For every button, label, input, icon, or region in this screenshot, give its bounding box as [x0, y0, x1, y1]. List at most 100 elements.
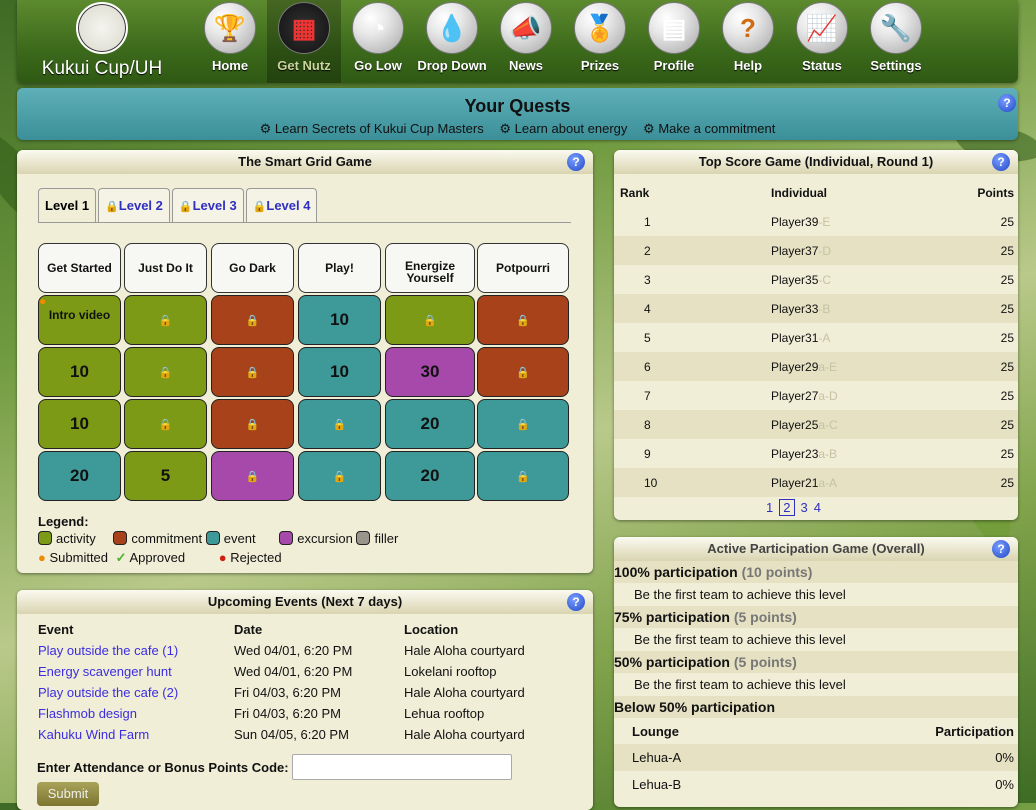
nav-item-profile[interactable]: ▤ Profile: [637, 0, 711, 83]
grid-cell-commitment[interactable]: 🔒: [211, 399, 294, 449]
tab-level-4[interactable]: 🔒Level 4: [245, 188, 318, 222]
table-row: Lehua-B 0%: [614, 771, 1018, 798]
nav-label: Profile: [653, 58, 695, 73]
page-link[interactable]: 1: [766, 500, 773, 515]
rank-cell: 8: [644, 417, 651, 432]
brand[interactable]: Kukui Cup/UH: [37, 0, 167, 83]
bonus-code-input[interactable]: [292, 754, 512, 780]
nav-label: Home: [211, 58, 249, 73]
help-icon[interactable]: ?: [567, 153, 585, 171]
nav-label: News: [509, 58, 543, 73]
grid-cell-event[interactable]: 🔒: [298, 399, 381, 449]
megaphone-icon: 📣: [500, 2, 552, 54]
level-tabs: Level 1 🔒Level 2 🔒Level 3 🔒Level 4: [38, 188, 319, 223]
grid-cell-commitment[interactable]: 🔒: [477, 347, 569, 397]
points-cell: 25: [1000, 272, 1014, 287]
nav-item-settings[interactable]: 🔧 Settings: [859, 0, 933, 83]
grid-cell-activity[interactable]: 🔒: [385, 295, 475, 345]
nav-item-get-nutz[interactable]: ▦ Get Nutz: [267, 0, 341, 83]
grid-cell-commitment[interactable]: 🔒: [211, 295, 294, 345]
legend-activity: activity: [38, 531, 96, 546]
tab-level-1[interactable]: Level 1: [38, 188, 97, 223]
lock-icon: 🔒: [516, 470, 530, 483]
lock-icon: 🔒: [252, 201, 267, 213]
code-label: Enter Attendance or Bonus Points Code:: [37, 760, 289, 775]
help-icon[interactable]: ?: [992, 540, 1010, 558]
nav-item-status[interactable]: 📈 Status: [785, 0, 859, 83]
grid-cell-event[interactable]: 🔒: [477, 399, 569, 449]
grid-cell-activity[interactable]: 🔒: [124, 295, 207, 345]
nav-label: Settings: [870, 58, 922, 73]
player-cell: Player31-A: [771, 330, 831, 345]
chart-icon: 📈: [796, 2, 848, 54]
panel-header: Upcoming Events (Next 7 days)?: [17, 590, 593, 614]
event-link[interactable]: Play outside the cafe (2): [38, 685, 178, 700]
event-link[interactable]: Energy scavenger hunt: [38, 664, 172, 679]
grid-cell-commitment[interactable]: 🔒: [477, 295, 569, 345]
player-cell: Player37-D: [771, 243, 832, 258]
nav-item-go-low[interactable]: ◔ Go Low: [341, 0, 415, 83]
panel-header: Active Participation Game (Overall)?: [614, 537, 1018, 561]
page-link[interactable]: 3: [801, 500, 808, 515]
table-row: 7 Player27a-D 25: [614, 381, 1018, 410]
nav-label: Get Nutz: [277, 58, 331, 73]
grid-cell-event[interactable]: 🔒: [298, 451, 381, 501]
legend-filler: filler: [356, 531, 398, 546]
table-row: 5 Player31-A 25: [614, 323, 1018, 352]
events-panel: Upcoming Events (Next 7 days)? Event Dat…: [17, 590, 593, 810]
col-rank: Rank: [620, 185, 650, 200]
legend-excursion: excursion: [279, 531, 353, 546]
quest-link[interactable]: ⚙ Make a commitment: [643, 121, 775, 136]
quest-link[interactable]: ⚙ Learn Secrets of Kukui Cup Masters: [260, 121, 484, 136]
grid-cell-activity[interactable]: 10: [38, 399, 121, 449]
scoreboard-icon: ▦: [278, 2, 330, 54]
submitted-icon: ●: [39, 294, 47, 308]
rank-cell: 3: [644, 272, 651, 287]
nav-item-drop-down[interactable]: 💧 Drop Down: [415, 0, 489, 83]
event-link[interactable]: Flashmob design: [38, 706, 137, 721]
help-icon[interactable]: ?: [567, 593, 585, 611]
grid-cell-activity[interactable]: Intro video ●: [38, 294, 121, 345]
grid-cell-event[interactable]: 10: [298, 347, 381, 397]
score-table: Rank Individual Points 1 Player39-E 25 2 Pla…: [614, 178, 1018, 497]
grid-cell-activity[interactable]: 🔒: [124, 347, 207, 397]
page-link[interactable]: 4: [814, 500, 821, 515]
tab-level-2[interactable]: 🔒Level 2: [98, 188, 170, 222]
help-icon[interactable]: ?: [992, 153, 1010, 171]
points-cell: 25: [1000, 446, 1014, 461]
nav-item-prizes[interactable]: 🏅 Prizes: [563, 0, 637, 83]
help-icon[interactable]: ?: [998, 94, 1016, 112]
nav-item-news[interactable]: 📣 News: [489, 0, 563, 83]
page-link[interactable]: 2: [779, 499, 795, 516]
grid-cell-excursion[interactable]: 🔒: [211, 451, 294, 501]
lock-icon: 🔒: [332, 418, 347, 431]
cell-label: 20: [420, 414, 440, 433]
grid-cell-event[interactable]: 10: [298, 295, 381, 345]
grid-cell-excursion[interactable]: 30: [385, 347, 475, 397]
grid-cell-activity[interactable]: 5: [124, 451, 207, 501]
level-note: Be the first team to achieve this level: [634, 677, 846, 692]
grid-cell-event[interactable]: 20: [385, 399, 475, 449]
tab-level-3[interactable]: 🔒Level 3: [171, 188, 244, 222]
table-row: 9 Player23a-B 25: [614, 439, 1018, 468]
grid-cell-activity[interactable]: 10: [38, 347, 121, 397]
nav-item-home[interactable]: 🏆 Home: [193, 0, 267, 83]
quests-title: Your Quests: [464, 96, 571, 116]
grid-cell-commitment[interactable]: 🔒: [211, 347, 294, 397]
event-swatch: [205, 531, 220, 545]
quest-link[interactable]: ⚙ Learn about energy: [499, 121, 627, 136]
grid-cell-event[interactable]: 20: [385, 451, 475, 501]
below-label: Below 50% participation: [614, 696, 1018, 718]
nav-label: Help: [733, 58, 763, 73]
event-link[interactable]: Kahuku Wind Farm: [38, 727, 149, 742]
grid-cell-event[interactable]: 🔒: [477, 451, 569, 501]
cell-label: 5: [160, 466, 171, 485]
lounge-participation: 0%: [995, 750, 1014, 765]
grid-cell-event[interactable]: 20: [38, 451, 121, 501]
submit-button[interactable]: Submit: [37, 782, 99, 806]
tab-divider: [38, 222, 571, 223]
grid-cell-activity[interactable]: 🔒: [124, 399, 207, 449]
trophy-icon: 🏆: [204, 2, 256, 54]
event-link[interactable]: Play outside the cafe (1): [38, 643, 178, 658]
nav-item-help[interactable]: ? Help: [711, 0, 785, 83]
